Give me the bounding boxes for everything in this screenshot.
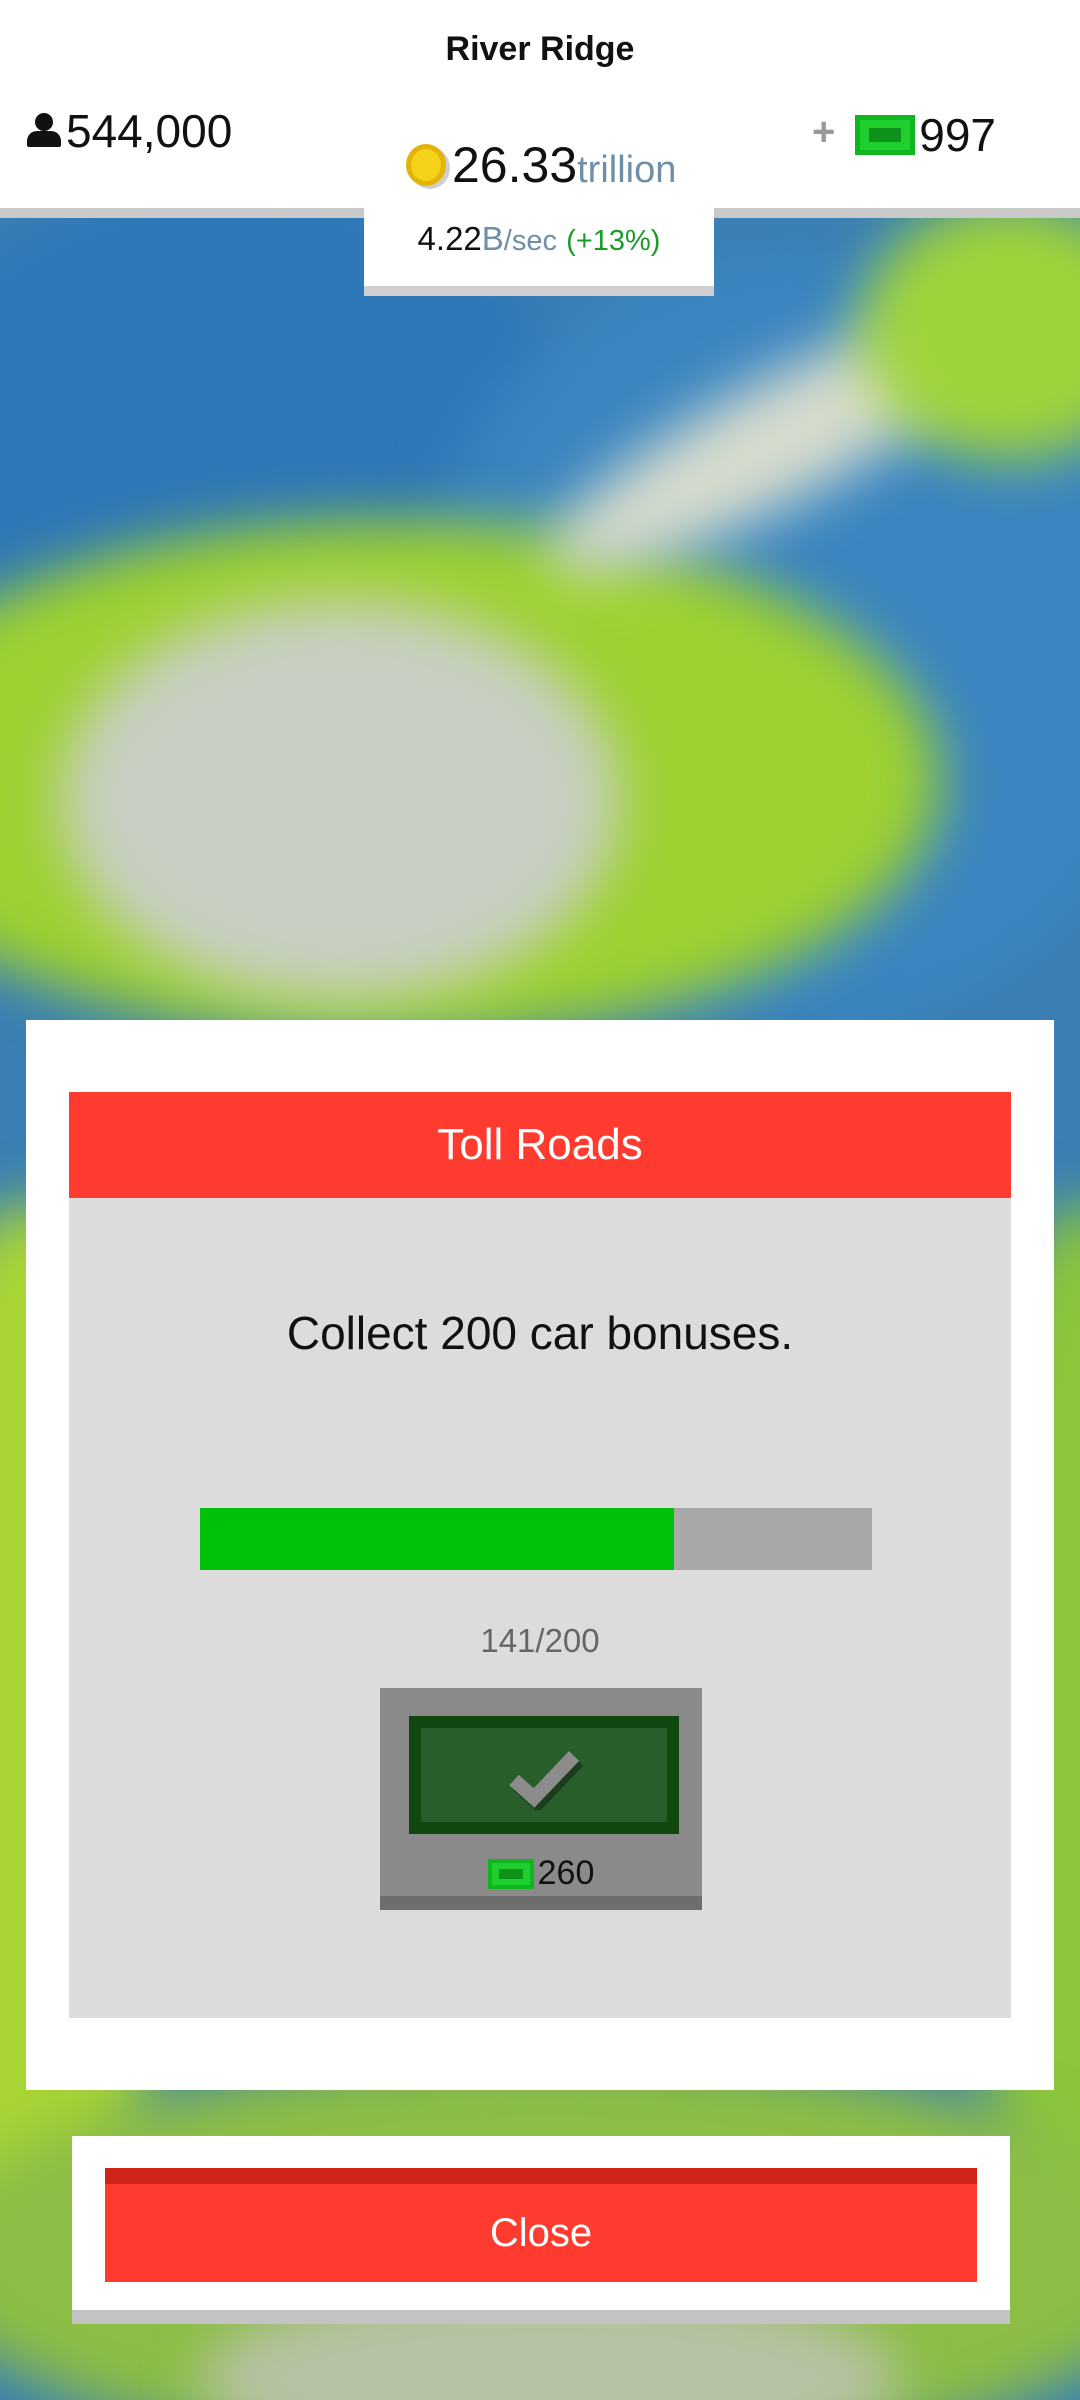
progress-text: 141/200 bbox=[480, 1622, 600, 1659]
checkmark-icon bbox=[409, 1716, 679, 1834]
income-rate: 4.22B/sec (+13%) bbox=[364, 220, 714, 258]
progress-fill bbox=[200, 1508, 674, 1570]
achievement-description: Collect 200 car bonuses. bbox=[286, 1307, 794, 1359]
progress-bar bbox=[200, 1508, 872, 1570]
close-panel: Close bbox=[72, 2136, 1010, 2324]
coins-unit: trillion bbox=[577, 149, 677, 191]
reward: 260 bbox=[380, 1854, 702, 1893]
coins-value: 26.33 bbox=[452, 137, 578, 193]
person-icon bbox=[26, 113, 62, 149]
claim-reward-button[interactable]: 260 bbox=[380, 1688, 702, 1910]
cash-bill-icon bbox=[855, 115, 916, 155]
rate-per: /sec bbox=[503, 225, 557, 257]
coin-icon bbox=[406, 144, 446, 186]
cash-counter[interactable]: 997 bbox=[855, 108, 996, 162]
population-counter: 544,000 bbox=[26, 104, 232, 158]
cash-bill-icon bbox=[487, 1858, 534, 1889]
dialog-body: Collect 200 car bonuses. 141/200 260 bbox=[69, 1198, 1011, 2018]
population-value: 544,000 bbox=[66, 105, 233, 157]
achievement-dialog: Toll Roads Collect 200 car bonuses. 141/… bbox=[26, 1020, 1054, 2090]
dialog-title: Toll Roads bbox=[69, 1092, 1011, 1198]
rate-value: 4.22 bbox=[417, 220, 482, 257]
rate-unit: B bbox=[481, 220, 504, 257]
add-cash-button[interactable]: + bbox=[812, 110, 835, 155]
city-name: River Ridge bbox=[445, 30, 635, 68]
cash-value: 997 bbox=[919, 109, 996, 161]
reward-amount: 260 bbox=[537, 1854, 595, 1892]
rate-bonus: (+13%) bbox=[566, 225, 661, 257]
close-button[interactable]: Close bbox=[105, 2168, 977, 2282]
coins-panel: 26.33 trillion 4.22B/sec (+13%) bbox=[364, 118, 714, 296]
